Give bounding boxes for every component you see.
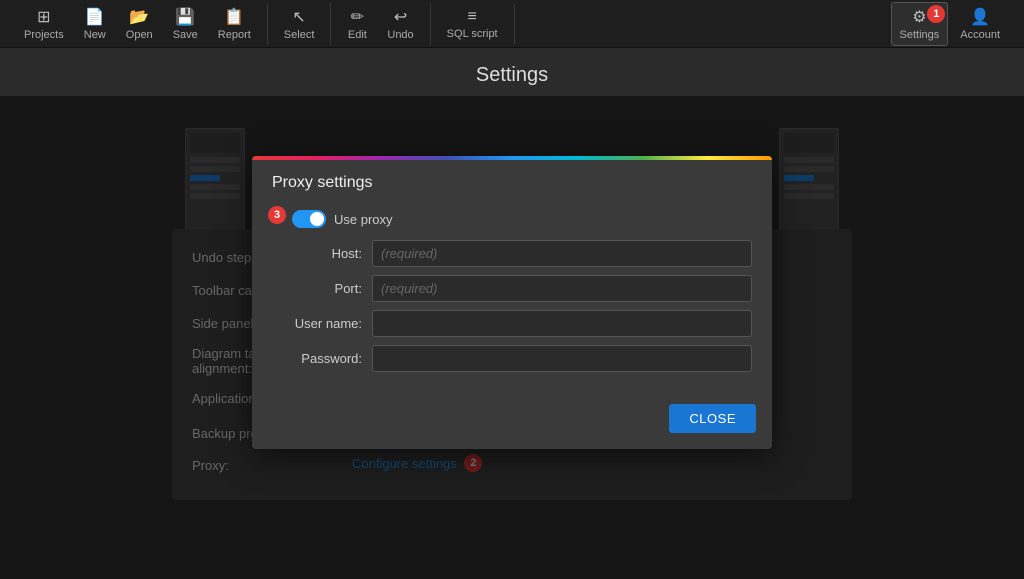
toolbar-btn-save[interactable]: 💾 Save [165,3,206,45]
proxy-form-row-port: Port: [272,275,752,302]
use-proxy-toggle[interactable] [292,210,326,228]
proxy-password-input[interactable] [372,345,752,372]
proxy-username-label: User name: [272,316,372,331]
toolbar-btn-open[interactable]: 📂 Open [118,3,161,45]
modal-body: 3 Use proxy Host: Port: User name: [252,202,772,396]
close-button[interactable]: CLOSE [669,404,756,433]
badge-3: 3 [268,206,286,224]
modal-footer: CLOSE [252,396,772,449]
new-label: New [84,29,106,41]
save-label: Save [173,29,198,41]
toolbar-btn-sql[interactable]: ≡ SQL script [439,4,506,44]
toolbar-group-edit: ✏ Edit ↩ Undo [331,3,430,45]
new-icon: 📄 [85,7,105,27]
proxy-host-input[interactable] [372,240,752,267]
undo-icon: ↩ [394,7,407,27]
account-icon: 👤 [970,7,990,27]
use-proxy-label: Use proxy [334,212,393,227]
toolbar-group-file: ⊞ Projects 📄 New 📂 Open 💾 Save 📋 Report [8,3,268,45]
report-label: Report [218,29,251,41]
proxy-form-row-password: Password: [272,345,752,372]
toolbar-btn-report[interactable]: 📋 Report [210,3,259,45]
toolbar-btn-edit[interactable]: ✏ Edit [339,3,375,45]
projects-icon: ⊞ [37,7,50,27]
open-label: Open [126,29,153,41]
use-proxy-row: 3 Use proxy [272,210,752,228]
proxy-username-input[interactable] [372,310,752,337]
select-icon: ↖ [292,7,305,27]
toolbar-btn-settings[interactable]: ⚙ Settings 1 [891,2,949,46]
open-icon: 📂 [129,7,149,27]
modal-title: Proxy settings [272,174,372,191]
sql-label: SQL script [447,28,498,40]
select-label: Select [284,29,315,41]
toolbar-btn-select[interactable]: ↖ Select [276,3,323,45]
proxy-form-row-host: Host: [272,240,752,267]
account-label: Account [960,29,1000,41]
toolbar-btn-projects[interactable]: ⊞ Projects [16,3,72,45]
save-icon: 💾 [175,7,195,27]
modal-overlay: Proxy settings 3 Use proxy Host: Port: [0,96,1024,579]
proxy-form-row-username: User name: [272,310,752,337]
page-title: Settings [476,64,548,87]
undo-label: Undo [387,29,413,41]
proxy-password-label: Password: [272,351,372,366]
sql-icon: ≡ [467,8,476,26]
badge-1: 1 [927,5,945,23]
proxy-port-input[interactable] [372,275,752,302]
proxy-modal: Proxy settings 3 Use proxy Host: Port: [252,156,772,449]
proxy-host-label: Host: [272,246,372,261]
settings-icon: ⚙ [912,7,926,27]
toolbar-btn-undo[interactable]: ↩ Undo [379,3,421,45]
toolbar-btn-account[interactable]: 👤 Account [952,3,1008,45]
report-icon: 📋 [224,7,244,27]
toolbar-btn-new[interactable]: 📄 New [76,3,114,45]
main-content: Settings Undo steps: Toolbar captions: [0,48,1024,579]
edit-icon: ✏ [351,7,364,27]
toolbar-group-sql: ≡ SQL script [431,4,515,44]
toolbar-group-settings: ⚙ Settings 1 👤 Account [883,2,1017,46]
toolbar: ⊞ Projects 📄 New 📂 Open 💾 Save 📋 Report … [0,0,1024,48]
projects-label: Projects [24,29,64,41]
settings-label: Settings [900,29,940,41]
proxy-port-label: Port: [272,281,372,296]
edit-label: Edit [348,29,367,41]
modal-header: Proxy settings [252,160,772,202]
toolbar-group-select: ↖ Select [268,3,332,45]
